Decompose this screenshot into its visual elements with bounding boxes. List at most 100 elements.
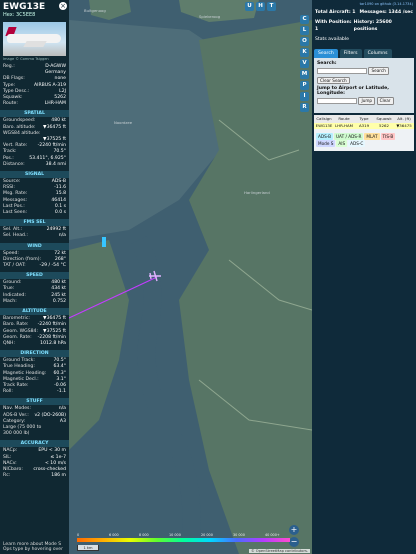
close-icon[interactable]: × bbox=[59, 2, 67, 10]
map-base bbox=[69, 0, 312, 554]
map-label: Bultgenoog bbox=[84, 8, 106, 13]
total-aircraft: Total Aircraft: 1 bbox=[315, 10, 356, 15]
zoom-in-button[interactable]: + bbox=[289, 525, 299, 535]
aircraft-photo[interactable] bbox=[3, 22, 66, 56]
tab-search[interactable]: Search bbox=[314, 49, 338, 59]
side-button-k[interactable]: K bbox=[300, 48, 309, 57]
stats-row: Total Aircraft: 1 Messages: 1344 /sec bbox=[312, 8, 416, 18]
speed-key: Mach: bbox=[3, 298, 17, 304]
spatial-row: Distance: 38.4 nmi bbox=[0, 162, 69, 168]
search-label: Search: bbox=[317, 61, 337, 67]
table-cell: A319 bbox=[358, 123, 370, 129]
wind-key: TAT / OAT: bbox=[3, 263, 26, 269]
jump-label: Jump to Airport or Latitude, Longitude: bbox=[317, 86, 389, 97]
section-fms: FMS SEL bbox=[0, 219, 69, 227]
side-button-c[interactable]: C bbox=[300, 15, 309, 24]
accuracy-row: Rc: 186 m bbox=[0, 473, 69, 479]
section-direction: DIRECTION bbox=[0, 350, 69, 358]
signal-row: Last Seen: 0.0 s bbox=[0, 210, 69, 216]
source-chip: Mode S bbox=[316, 140, 336, 148]
table-cell: 5262 bbox=[379, 123, 389, 129]
section-accuracy: ACCURACY bbox=[0, 440, 69, 448]
sidebar-empty-area bbox=[312, 157, 416, 554]
search-button[interactable]: Search bbox=[368, 67, 389, 75]
side-button-p[interactable]: P bbox=[300, 81, 309, 90]
section-altitude: ALTITUDE bbox=[0, 308, 69, 316]
basic-row: Route: LHR-HAM bbox=[0, 101, 69, 107]
column-header[interactable]: Route bbox=[334, 115, 354, 123]
tab-filters[interactable]: Filters bbox=[339, 49, 362, 59]
column-header[interactable]: Type bbox=[354, 115, 374, 123]
stats-row: With Position: 1 History: 25600 position… bbox=[312, 18, 416, 35]
speed-value: 0.752 bbox=[52, 298, 66, 304]
signal-key: Last Seen: bbox=[3, 210, 28, 216]
aircraft-body-graphic bbox=[7, 34, 61, 43]
map-view[interactable]: Bultgenoog Spiekeroog Noordzee Harlinger… bbox=[69, 0, 312, 554]
tab-columns[interactable]: Columns bbox=[363, 49, 392, 59]
table-row[interactable]: EWG13E LHR-HAM A319 5262 ▼36475 bbox=[314, 123, 414, 130]
altitude-key: QNH: bbox=[3, 340, 16, 346]
map-attribution[interactable]: © OpenStreetMap contributors. bbox=[249, 549, 310, 553]
direction-row: Roll: -1.1 bbox=[0, 389, 69, 395]
direction-value: -1.1 bbox=[57, 389, 66, 395]
basic-key: Reg.: bbox=[3, 64, 15, 69]
side-button-i[interactable]: I bbox=[300, 92, 309, 101]
speed-row: Mach: 0.752 bbox=[0, 299, 69, 305]
map-button-t[interactable]: T bbox=[267, 2, 276, 11]
aircraft-table: Callsign Route Type Squawk Alt. (ft) EWG13E L… bbox=[314, 115, 414, 130]
github-link[interactable]: tar1090 on github (3.14.1734) bbox=[312, 0, 416, 8]
stuff-row: 300 000 lb) bbox=[0, 431, 69, 437]
section-speed: SPEED bbox=[0, 272, 69, 280]
map-label: Spiekeroog bbox=[199, 14, 221, 19]
accuracy-value: 186 m bbox=[51, 473, 66, 479]
table-cell: LHR-HAM bbox=[335, 123, 353, 129]
wind-row: TAT / OAT: -29 / -54 °C bbox=[0, 263, 69, 269]
column-header[interactable]: Alt. (ft) bbox=[394, 115, 414, 123]
stuff-value: A3 bbox=[59, 418, 66, 424]
altitude-row: QNH: 1012.8 hPa bbox=[0, 341, 69, 347]
source-legend: ADS-B UAT / ADS-R MLAT TIS-B Mode S AIS ADS-C bbox=[314, 129, 414, 152]
column-header[interactable]: Callsign bbox=[314, 115, 334, 123]
source-chip: ADS-C bbox=[348, 140, 366, 148]
fms-key: Sel. Head.: bbox=[3, 233, 28, 239]
stats-available[interactable]: Stats available bbox=[312, 35, 416, 45]
source-chip: AIS bbox=[336, 140, 348, 148]
jump-button[interactable]: Jump bbox=[358, 97, 376, 105]
altitude-legend-bar bbox=[77, 538, 290, 542]
map-label: Harlingerland bbox=[244, 190, 270, 195]
map-scale: 1 km bbox=[77, 545, 99, 551]
side-button-l[interactable]: L bbox=[300, 26, 309, 35]
side-button-o[interactable]: O bbox=[300, 37, 309, 46]
altitude-value: 1012.8 hPa bbox=[40, 340, 66, 346]
zoom-out-button[interactable]: − bbox=[289, 537, 299, 547]
map-button-h[interactable]: H bbox=[256, 2, 265, 11]
section-stuff: STUFF bbox=[0, 398, 69, 406]
signal-value: 0.0 s bbox=[54, 210, 66, 216]
aircraft-icon[interactable] bbox=[148, 270, 162, 282]
map-button-u[interactable]: U bbox=[245, 2, 254, 11]
clear-search-button[interactable]: Clear Search bbox=[317, 76, 350, 85]
basic-key: Route: bbox=[3, 101, 18, 107]
column-header[interactable]: Squawk bbox=[374, 115, 394, 123]
photo-credit: Image © Comma Tsiggen bbox=[3, 57, 49, 61]
clear-jump-button[interactable]: Clear bbox=[376, 97, 394, 105]
altitude-label: 10 000 bbox=[169, 533, 181, 537]
wind-value: -29 / -54 °C bbox=[39, 263, 66, 269]
hex-code: Hex: 3C5EE8 bbox=[3, 12, 36, 18]
side-button-r[interactable]: R bbox=[300, 103, 309, 112]
aircraft-info-panel: EWG13E Hex: 3C5EE8 × Image © Comma Tsigg… bbox=[0, 0, 69, 554]
spatial-key: WGS84 altitude: bbox=[3, 130, 41, 136]
jump-input[interactable] bbox=[317, 97, 357, 104]
section-spatial: SPATIAL bbox=[0, 110, 69, 118]
altitude-label: 8 000 bbox=[139, 533, 149, 537]
with-position: With Position: 1 bbox=[315, 20, 352, 32]
fms-value: n/a bbox=[58, 233, 66, 239]
altitude-label: 40 000+ bbox=[265, 533, 280, 537]
side-button-v[interactable]: V bbox=[300, 59, 309, 68]
fms-row: Sel. Head.: n/a bbox=[0, 233, 69, 239]
messages-rate: Messages: 1344 /sec bbox=[359, 10, 413, 15]
search-input[interactable] bbox=[317, 67, 367, 74]
accuracy-key: Rc: bbox=[3, 473, 11, 479]
spatial-value: 38.4 nmi bbox=[45, 161, 66, 167]
side-button-m[interactable]: M bbox=[300, 70, 309, 79]
